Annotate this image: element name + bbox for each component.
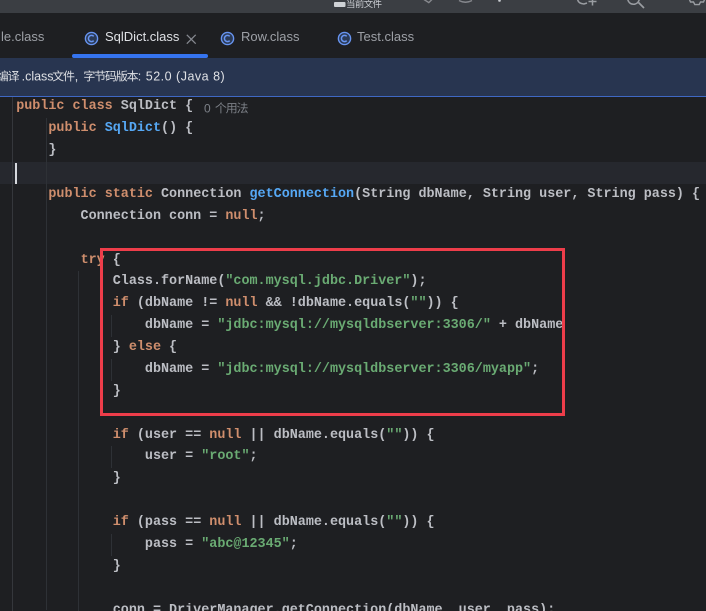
svg-text:: 52.0 (Java 8): : 52.0 (Java 8): [138, 70, 225, 84]
svg-text:0: 0: [204, 101, 211, 115]
svg-text:,: ,: [75, 70, 78, 84]
svg-text:.class: .class: [22, 70, 54, 84]
